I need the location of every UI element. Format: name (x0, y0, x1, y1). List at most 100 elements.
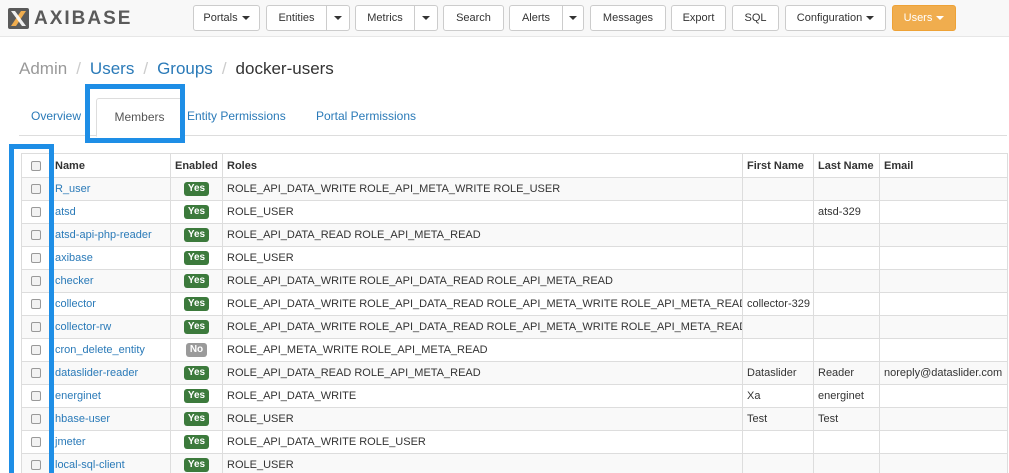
enabled-cell: Yes (170, 246, 223, 270)
members-table-body: R_user Yes ROLE_API_DATA_WRITE ROLE_API_ME… (21, 177, 1008, 473)
column-header-name[interactable]: Name (50, 153, 171, 178)
breadcrumb-separator: / (221, 59, 227, 78)
alerts-button[interactable]: Alerts (509, 5, 563, 31)
last-name-cell: energinet (813, 384, 880, 408)
row-select-cell (21, 338, 51, 362)
breadcrumb-groups-link[interactable]: Groups (157, 59, 213, 79)
user-name-link[interactable]: collector-rw (50, 315, 171, 339)
export-button[interactable]: Export (671, 5, 726, 31)
row-checkbox[interactable] (31, 207, 41, 218)
configuration-menu-button[interactable]: Configuration (785, 5, 886, 31)
column-header-roles[interactable]: Roles (222, 153, 743, 178)
first-name-cell (742, 200, 814, 224)
row-checkbox[interactable] (31, 414, 41, 425)
metrics-button[interactable]: Metrics (355, 5, 415, 31)
enabled-badge: Yes (183, 366, 210, 380)
breadcrumb-admin: Admin (19, 59, 68, 78)
portals-menu-button[interactable]: Portals (193, 5, 260, 31)
search-button[interactable]: Search (443, 5, 504, 31)
metrics-dropdown-toggle[interactable] (414, 5, 438, 31)
tab-overview[interactable]: Overview (31, 98, 81, 136)
column-header-last-name[interactable]: Last Name (813, 153, 880, 178)
user-name-link[interactable]: axibase (50, 246, 171, 270)
tab-entity-permissions[interactable]: Entity Permissions (187, 98, 286, 136)
entities-dropdown-toggle[interactable] (326, 5, 350, 31)
first-name-cell (742, 430, 814, 454)
row-checkbox[interactable] (31, 184, 41, 195)
enabled-badge: Yes (183, 458, 210, 472)
entities-button[interactable]: Entities (266, 5, 327, 31)
table-row: axibase Yes ROLE_USER (21, 246, 1008, 270)
row-checkbox[interactable] (31, 230, 41, 241)
row-checkbox[interactable] (31, 299, 41, 310)
row-select-cell (21, 246, 51, 270)
user-name-link[interactable]: cron_delete_entity (50, 338, 171, 362)
row-checkbox[interactable] (31, 276, 41, 287)
row-checkbox[interactable] (31, 460, 41, 471)
user-name-link[interactable]: local-sql-client (50, 453, 171, 473)
search-label: Search (456, 12, 491, 24)
last-name-cell: Test (813, 407, 880, 431)
tab-members[interactable]: Members (96, 98, 183, 137)
table-row: atsd-api-php-reader Yes ROLE_API_DATA_READ… (21, 223, 1008, 247)
export-label: Export (682, 12, 715, 24)
roles-cell: ROLE_API_DATA_READ ROLE_API_META_READ (222, 223, 743, 247)
user-name-link[interactable]: R_user (50, 177, 171, 201)
row-checkbox[interactable] (31, 437, 41, 448)
email-cell (879, 223, 1008, 247)
user-name-link[interactable]: jmeter (50, 430, 171, 454)
last-name-cell: atsd-329 (813, 200, 880, 224)
roles-cell: ROLE_API_DATA_WRITE ROLE_USER (222, 430, 743, 454)
row-checkbox[interactable] (31, 322, 41, 333)
roles-cell: ROLE_USER (222, 246, 743, 270)
user-name-link[interactable]: hbase-user (50, 407, 171, 431)
row-checkbox[interactable] (31, 368, 41, 379)
roles-cell: ROLE_API_DATA_WRITE ROLE_API_META_WRITE … (222, 177, 743, 201)
first-name-cell: collector-329 (742, 292, 814, 316)
chevron-down-icon (422, 16, 430, 20)
select-all-checkbox[interactable] (31, 160, 41, 171)
metrics-label: Metrics (367, 12, 403, 24)
row-checkbox[interactable] (31, 391, 41, 402)
email-cell (879, 292, 1008, 316)
alerts-dropdown-toggle[interactable] (562, 5, 584, 31)
email-cell (879, 200, 1008, 224)
user-name-link[interactable]: energinet (50, 384, 171, 408)
breadcrumb-users-link[interactable]: Users (90, 59, 134, 79)
enabled-badge: Yes (183, 205, 210, 219)
user-name-link[interactable]: checker (50, 269, 171, 293)
messages-button[interactable]: Messages (590, 5, 666, 31)
last-name-cell (813, 292, 880, 316)
axibase-logo-icon (8, 7, 29, 29)
row-select-cell (21, 177, 51, 201)
email-cell (879, 338, 1008, 362)
enabled-cell: Yes (170, 407, 223, 431)
enabled-badge: Yes (183, 389, 210, 403)
portals-label: Portals (203, 12, 238, 24)
brand-logo[interactable]: AXIBASE (8, 6, 132, 30)
email-cell (879, 315, 1008, 339)
table-row: cron_delete_entity No ROLE_API_META_WRITE … (21, 338, 1008, 362)
tab-portal-permissions[interactable]: Portal Permissions (316, 98, 416, 136)
last-name-cell (813, 223, 880, 247)
user-name-link[interactable]: atsd-api-php-reader (50, 223, 171, 247)
users-menu-button[interactable]: Users (892, 5, 956, 31)
enabled-badge: No (185, 343, 208, 357)
enabled-cell: Yes (170, 430, 223, 454)
column-header-enabled[interactable]: Enabled (170, 153, 223, 178)
enabled-badge: Yes (183, 182, 210, 196)
row-select-cell (21, 384, 51, 408)
sql-button[interactable]: SQL (732, 5, 779, 31)
column-header-first-name[interactable]: First Name (742, 153, 814, 178)
enabled-badge: Yes (183, 320, 210, 334)
last-name-cell (813, 246, 880, 270)
chevron-down-icon (569, 16, 577, 20)
last-name-cell (813, 269, 880, 293)
user-name-link[interactable]: dataslider-reader (50, 361, 171, 385)
enabled-badge: Yes (183, 274, 210, 288)
column-header-email[interactable]: Email (879, 153, 1008, 178)
row-checkbox[interactable] (31, 253, 41, 264)
user-name-link[interactable]: atsd (50, 200, 171, 224)
user-name-link[interactable]: collector (50, 292, 171, 316)
row-checkbox[interactable] (31, 345, 41, 356)
